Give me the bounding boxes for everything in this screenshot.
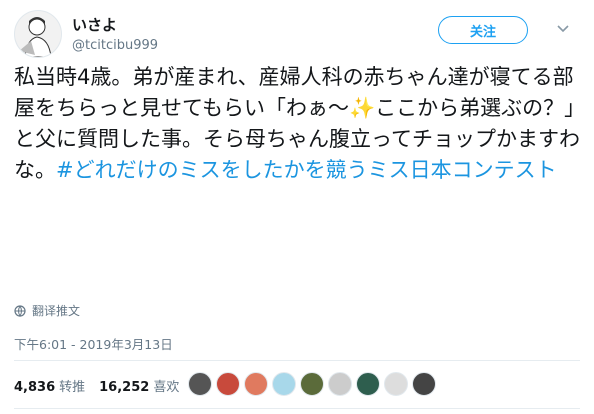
liker-avatar[interactable] <box>300 372 324 396</box>
liker-avatar[interactable] <box>384 372 408 396</box>
like-stat[interactable]: 16,252 喜欢 <box>99 376 179 395</box>
liker-avatar[interactable] <box>412 372 436 396</box>
tweet-text: 私当時4歳。弟が産まれ、産婦人科の赤ちゃん達が寝てる部屋をちらっと見せてもらい「… <box>14 62 580 186</box>
hashtag-link[interactable]: #どれだけのミスをしたかを競うミス日本コンテスト <box>56 158 557 182</box>
liker-avatar[interactable] <box>188 372 212 396</box>
tweet-timestamp[interactable]: 下午6:01 - 2019年3月13日 <box>14 334 173 353</box>
chevron-down-icon[interactable] <box>552 18 574 40</box>
liker-avatar[interactable] <box>356 372 380 396</box>
like-count: 16,252 <box>99 379 150 395</box>
divider <box>14 408 580 409</box>
liker-avatar[interactable] <box>272 372 296 396</box>
divider <box>14 360 580 361</box>
translate-label[interactable]: 翻译推文 <box>32 302 80 319</box>
tweet-header: いさよ @tcitcibu999 关注 <box>14 8 580 58</box>
liker-avatars <box>188 372 436 396</box>
liker-avatar[interactable] <box>244 372 268 396</box>
globe-icon <box>14 304 26 317</box>
retweet-label: 转推 <box>59 379 86 395</box>
liker-avatar[interactable] <box>216 372 240 396</box>
retweet-stat[interactable]: 4,836 转推 <box>14 376 85 395</box>
follow-button[interactable]: 关注 <box>438 16 528 44</box>
avatar-image <box>15 11 61 57</box>
liker-avatar[interactable] <box>328 372 352 396</box>
author-handle[interactable]: @tcitcibu999 <box>72 38 158 53</box>
avatar[interactable] <box>14 10 62 58</box>
retweet-count: 4,836 <box>14 379 56 395</box>
like-label: 喜欢 <box>153 379 180 395</box>
translate-tweet[interactable]: 翻译推文 <box>14 302 80 319</box>
author-name[interactable]: いさよ <box>72 14 117 35</box>
tweet-stats: 4,836 转推 16,252 喜欢 <box>14 366 193 404</box>
